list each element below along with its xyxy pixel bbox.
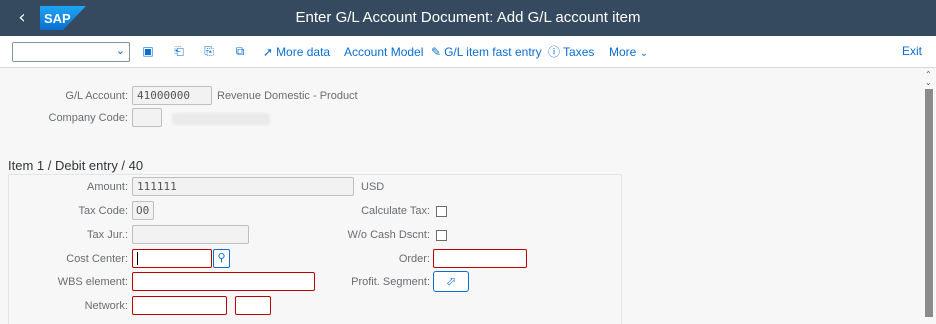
search-icon[interactable]: ⚲ — [213, 249, 230, 268]
more-data-label: More data — [276, 45, 331, 59]
next-document-icon[interactable]: ⎘ — [202, 44, 216, 58]
more-menu-button[interactable]: More ⌄ — [609, 44, 648, 60]
wo-cash-discount-checkbox[interactable] — [436, 230, 447, 241]
calculate-tax-label: Calculate Tax: — [361, 205, 430, 217]
calculate-tax-checkbox[interactable] — [436, 206, 447, 217]
chevron-down-icon: ⌄ — [639, 48, 649, 59]
profit-segment-button[interactable]: ⬀ — [433, 271, 469, 292]
wo-cash-discount-label: W/o Cash Dscnt: — [347, 229, 430, 241]
company-name-redacted — [172, 113, 270, 125]
network-field[interactable] — [132, 296, 227, 315]
wbs-element-field[interactable] — [132, 272, 315, 291]
page-title: Enter G/L Account Document: Add G/L acco… — [295, 9, 641, 26]
vertical-scrollbar[interactable]: ⌃ ⌄ — [922, 69, 936, 317]
company-code-field — [132, 108, 162, 127]
gl-account-description: Revenue Domestic - Product — [217, 90, 358, 102]
account-model-label: Account Model — [344, 45, 424, 59]
command-select[interactable]: ⌄ — [12, 42, 130, 62]
account-model-button[interactable]: Account Model — [344, 44, 423, 60]
item-section-title: Item 1 / Debit entry / 40 — [8, 158, 144, 173]
arrow-out-icon: ➚ — [263, 45, 274, 59]
amount-field: 111111 — [132, 177, 354, 196]
company-code-label: Company Code: — [48, 112, 129, 124]
text-cursor — [137, 252, 138, 265]
wbs-element-label: WBS element: — [57, 276, 128, 288]
tax-code-label: Tax Code: — [78, 205, 128, 217]
cost-center-label: Cost Center: — [66, 253, 128, 265]
chevron-down-icon: ⌄ — [115, 44, 125, 57]
scrollbar-thumb[interactable] — [925, 89, 933, 317]
fast-entry-label: G/L item fast entry — [444, 45, 542, 59]
gl-account-field: 41000000 — [132, 86, 212, 105]
profit-segment-label: Profit. Segment: — [351, 276, 430, 288]
order-label: Order: — [398, 253, 430, 265]
more-data-button[interactable]: ➚ More data — [263, 44, 330, 60]
more-label: More — [609, 45, 637, 59]
tax-jurisdiction-label: Tax Jur.: — [87, 229, 128, 241]
edit-icon: ✎ — [431, 45, 442, 59]
toolbar: ⌄ ▣ ⎗ ⎘ ⧉ ➚ More data Account Model ✎ G/L … — [0, 36, 936, 68]
amount-label: Amount: — [87, 181, 128, 193]
fast-entry-button[interactable]: ✎ G/L item fast entry — [431, 44, 542, 60]
order-field[interactable] — [433, 249, 527, 268]
exit-button[interactable]: Exit — [902, 44, 922, 58]
external-link-icon: ⬀ — [445, 274, 457, 288]
previous-document-icon[interactable]: ⎗ — [172, 44, 186, 58]
network-operation-field[interactable] — [235, 296, 271, 315]
info-icon: ⓘ — [548, 45, 561, 59]
shell-bar: ‹ SAP Enter G/L Account Document: Add G/… — [0, 0, 936, 36]
currency-label: USD — [361, 181, 385, 193]
tax-jurisdiction-field — [132, 225, 249, 244]
gl-account-label: G/L Account: — [65, 90, 128, 102]
copy-icon[interactable]: ⧉ — [233, 44, 247, 58]
taxes-button[interactable]: ⓘ Taxes — [548, 44, 594, 60]
scroll-up-icon[interactable]: ⌃ ⌄ — [925, 71, 932, 87]
network-label: Network: — [84, 300, 128, 312]
image-icon[interactable]: ▣ — [141, 44, 155, 58]
taxes-label: Taxes — [563, 45, 595, 59]
tax-code-field[interactable]: O0 — [132, 201, 154, 220]
cost-center-field[interactable] — [132, 249, 212, 268]
